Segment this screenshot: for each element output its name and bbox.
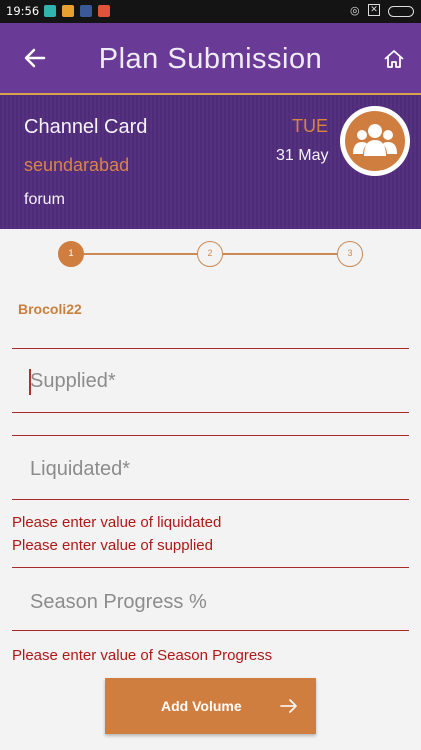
app-icon-orange (62, 5, 74, 17)
supplied-placeholder: Supplied* (30, 370, 116, 392)
status-time: 19:56 (6, 4, 40, 18)
home-icon[interactable] (383, 48, 405, 70)
group-icon (345, 111, 405, 171)
field-border-bottom (12, 412, 409, 413)
channel-card-header: Channel Card seundarabad forum TUE 31 Ma… (0, 95, 421, 229)
add-volume-label: Add Volume (161, 698, 242, 714)
facebook-icon (80, 5, 92, 17)
app-bar: Plan Submission (0, 23, 421, 93)
liquidated-error: Please enter value of liquidated (12, 514, 222, 531)
field-border-bottom (12, 499, 409, 500)
crop-name: Brocoli22 (18, 301, 82, 317)
page-title: Plan Submission (98, 43, 323, 75)
season-progress-field[interactable]: Season Progress % (12, 567, 409, 633)
step-3[interactable]: 3 (337, 241, 363, 267)
step-connector (84, 253, 198, 255)
card-subtitle: forum (24, 191, 65, 208)
season-progress-placeholder: Season Progress % (30, 591, 207, 613)
supplied-field[interactable]: Supplied* (12, 348, 409, 414)
app-icon-cyan (44, 5, 56, 17)
supplied-error: Please enter value of supplied (12, 537, 213, 554)
day-label: TUE (292, 116, 328, 136)
add-volume-button[interactable]: Add Volume (105, 678, 316, 734)
card-title: Channel Card (24, 116, 148, 138)
no-sim-icon: ✕ (368, 4, 380, 16)
season-progress-error: Please enter value of Season Progress (12, 647, 273, 664)
liquidated-field[interactable]: Liquidated* (12, 435, 409, 501)
status-bar: 19:56 ◎ ✕ (0, 0, 421, 23)
hotspot-icon: ◎ (350, 4, 360, 17)
field-border-top (12, 435, 409, 436)
step-connector (223, 253, 337, 255)
avatar (340, 106, 410, 176)
field-border-top (12, 567, 409, 568)
field-border-top (12, 348, 409, 349)
arrow-right-icon (280, 699, 297, 713)
date-label: 31 May (276, 147, 329, 164)
battery-icon (388, 6, 414, 17)
step-indicator: 1 2 3 (0, 240, 421, 270)
step-1[interactable]: 1 (58, 241, 84, 267)
app-icon-red (98, 5, 110, 17)
location-label: seundarabad (24, 155, 130, 175)
liquidated-placeholder: Liquidated* (30, 458, 131, 480)
step-2[interactable]: 2 (197, 241, 223, 267)
field-border-bottom (12, 630, 409, 631)
